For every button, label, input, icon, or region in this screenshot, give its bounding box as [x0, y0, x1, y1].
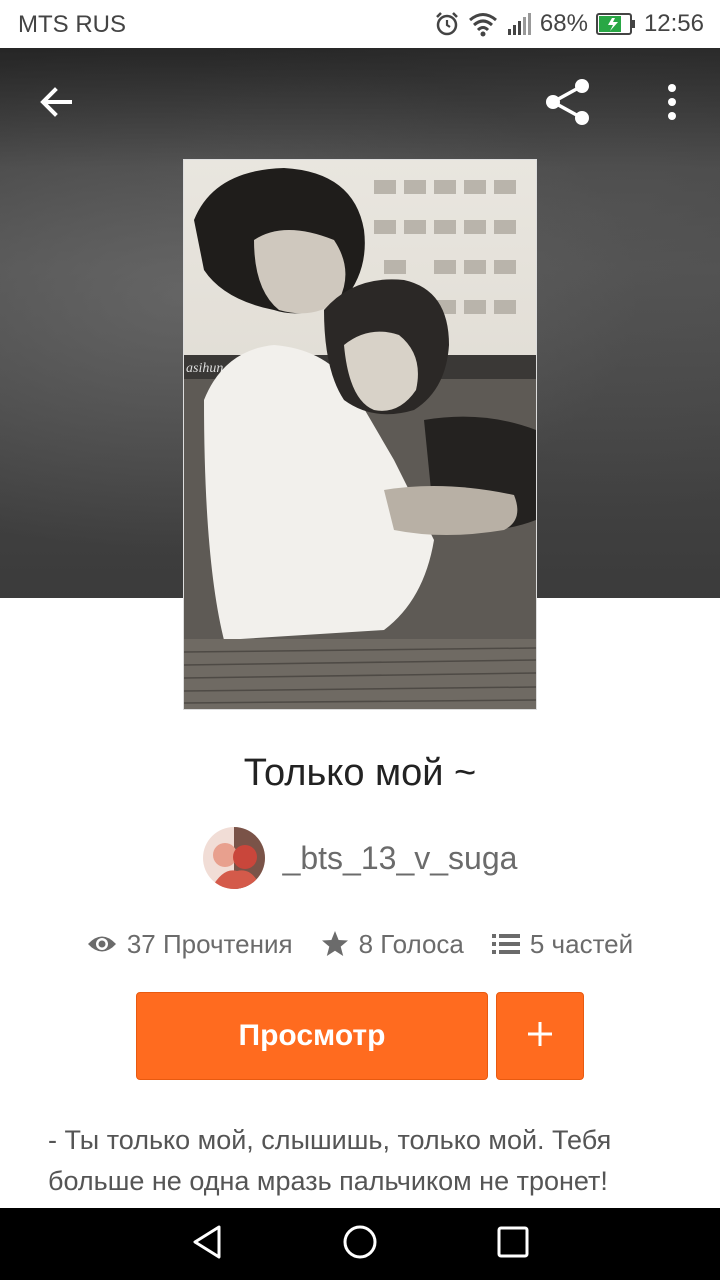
- clock-time: 12:56: [643, 10, 704, 37]
- signal-icon: [506, 11, 532, 37]
- status-icons: 68% 12:56: [434, 8, 704, 40]
- home-circle-icon: [342, 1224, 378, 1265]
- wifi-icon: [468, 11, 498, 37]
- author-name[interactable]: _bts_13_v_suga: [283, 840, 518, 877]
- nav-back-button[interactable]: [177, 1214, 237, 1274]
- share-button[interactable]: [540, 76, 596, 132]
- reads-stat: 37 Прочтения: [87, 929, 293, 960]
- share-icon: [542, 76, 594, 133]
- story-description: - Ты только мой, слышишь, только мой. Те…: [48, 1125, 612, 1196]
- reads-count: 37 Прочтения: [126, 928, 293, 959]
- view-button[interactable]: Просмотр: [136, 992, 488, 1080]
- battery-percent: 68%: [539, 10, 588, 37]
- story-actions: Просмотр: [136, 992, 584, 1080]
- votes-stat: 8 Голоса: [321, 929, 464, 960]
- parts-stat: 5 частей: [491, 928, 634, 960]
- system-nav-bar: [0, 1208, 720, 1280]
- more-vertical-icon: [666, 82, 678, 127]
- list-icon: [491, 933, 520, 955]
- author-link[interactable]: _bts_13_v_suga: [0, 826, 720, 890]
- back-triangle-icon: [190, 1224, 224, 1265]
- recents-square-icon: [497, 1226, 529, 1263]
- nav-home-button[interactable]: [330, 1214, 390, 1274]
- add-to-library-button[interactable]: [496, 992, 584, 1080]
- story-cover-image[interactable]: asihun: [184, 160, 536, 709]
- back-button[interactable]: [28, 76, 84, 132]
- nav-recents-button[interactable]: [483, 1214, 543, 1274]
- more-options-button[interactable]: [644, 76, 700, 132]
- parts-count: 5 частей: [529, 928, 634, 959]
- story-title: Только мой ~: [243, 752, 477, 794]
- star-icon: [321, 930, 349, 958]
- cover-watermark: asihun: [186, 361, 223, 376]
- eye-icon: [87, 933, 117, 955]
- arrow-left-icon: [36, 82, 76, 127]
- status-bar: MTS RUS 68% 12:56: [0, 0, 720, 48]
- votes-count: 8 Голоса: [358, 928, 464, 959]
- author-avatar[interactable]: [202, 827, 265, 889]
- story-stats: 37 Прочтения 8 Голоса 5 частей: [0, 924, 720, 964]
- battery-icon: [595, 13, 636, 35]
- plus-icon: [526, 1020, 554, 1053]
- carrier-name: MTS RUS: [18, 11, 126, 38]
- view-button-label: Просмотр: [238, 1019, 386, 1052]
- alarm-icon: [434, 11, 460, 37]
